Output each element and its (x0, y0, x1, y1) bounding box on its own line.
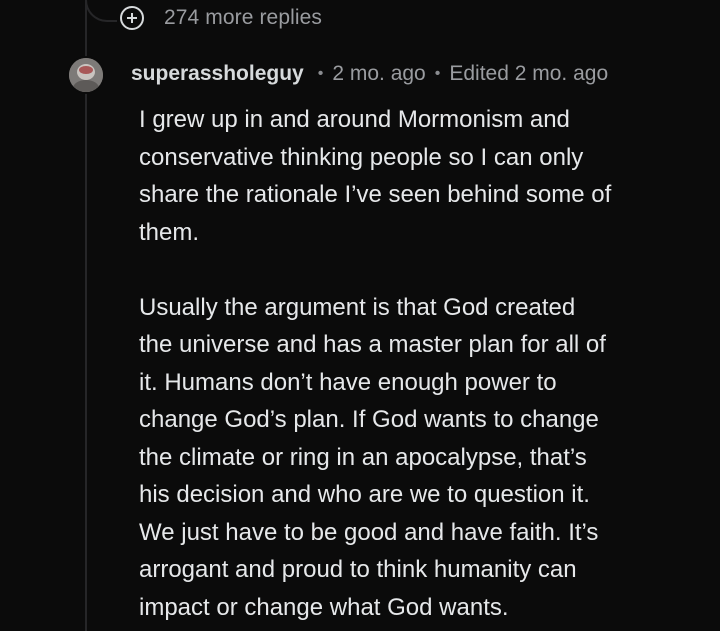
comment-paragraph: I grew up in and around Mormonism and co… (139, 101, 709, 251)
comment-line: Usually the argument is that God created (139, 293, 576, 321)
comment-line: them. (139, 218, 200, 246)
comment-meta: superassholeguy • 2 mo. ago • Edited 2 m… (131, 62, 608, 86)
comment-line: I grew up in and around Mormonism and (139, 106, 570, 133)
comment-line: his decision and who are we to question … (139, 481, 590, 508)
thread-connector (85, 0, 117, 22)
edited-timestamp: Edited 2 mo. ago (449, 62, 609, 85)
more-replies-label[interactable]: 274 more replies (164, 6, 322, 30)
comment-paragraph: Usually the argument is that God created… (139, 289, 709, 627)
comment-line: the climate or ring in an apocalypse, th… (139, 443, 587, 471)
comment-line: the universe and has a master plan for a… (139, 331, 606, 358)
comment-body: I grew up in and around Mormonism and co… (139, 101, 709, 626)
separator-dot: • (434, 65, 441, 82)
avatar-image (69, 58, 103, 92)
comment-line: it. Humans don’t have enough power to (139, 368, 557, 396)
avatar[interactable] (69, 58, 103, 92)
comment-line: We just have to be good and have faith. … (139, 518, 599, 546)
comment-line: share the rationale I’ve seen behind som… (139, 181, 612, 208)
comment-timestamp: 2 mo. ago (332, 62, 426, 85)
comment-line: conservative thinking people so I can on… (139, 143, 584, 171)
comment-line: impact or change what God wants. (139, 593, 509, 621)
comment-line: change God’s plan. If God wants to chang… (139, 406, 599, 433)
username-link[interactable]: superassholeguy (131, 62, 304, 86)
plus-circle-icon[interactable] (120, 6, 144, 30)
comment-line: arrogant and proud to think humanity can (139, 556, 577, 583)
more-replies-button[interactable]: 274 more replies (120, 6, 322, 30)
thread-line (85, 0, 87, 631)
separator-dot: • (317, 65, 324, 82)
